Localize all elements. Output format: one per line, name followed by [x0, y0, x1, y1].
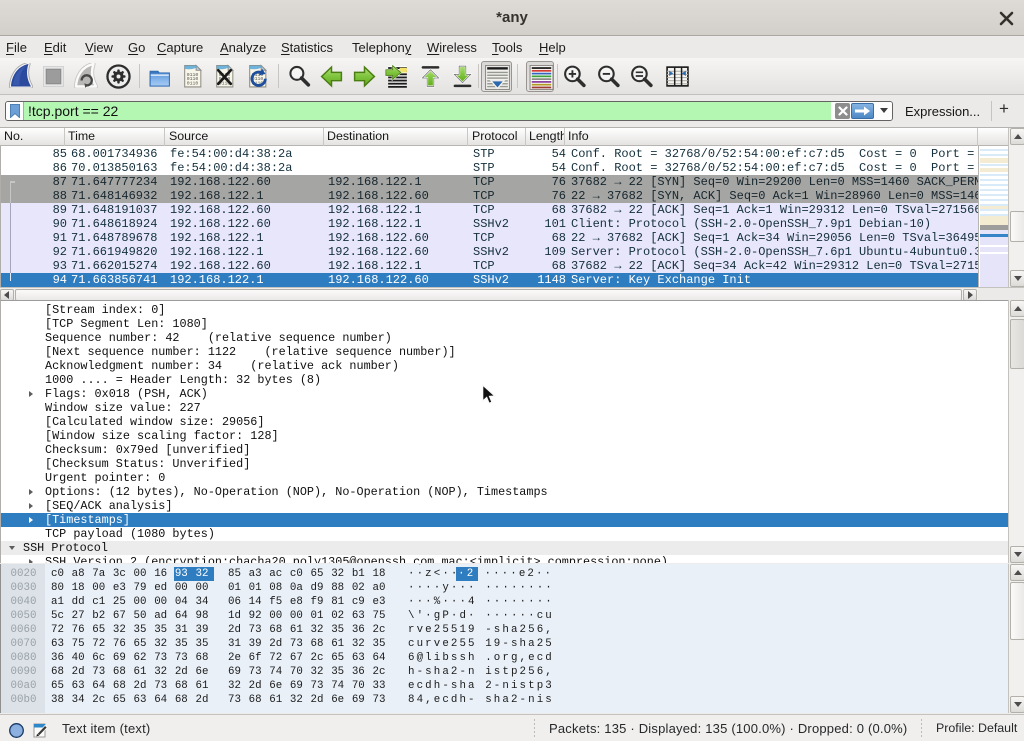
svg-text:0110: 0110 — [187, 80, 199, 86]
